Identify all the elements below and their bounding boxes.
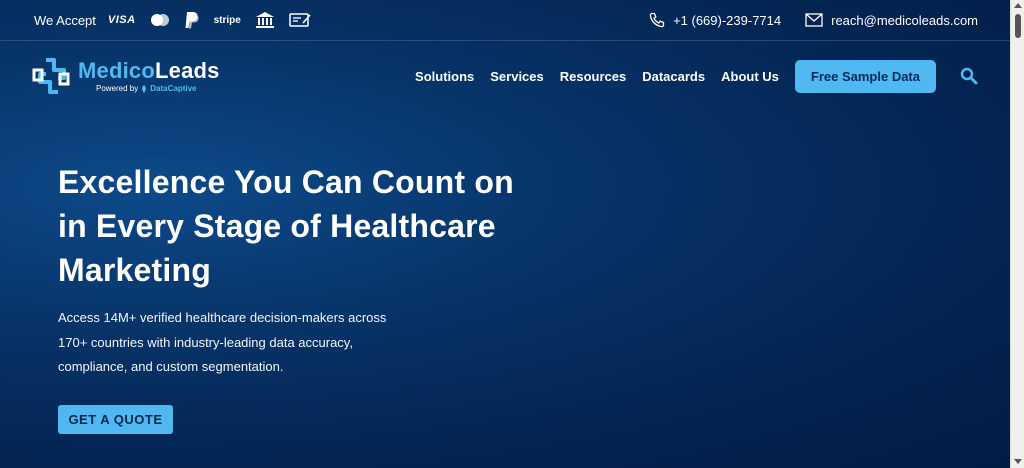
scroll-down-arrow-icon[interactable] bbox=[1014, 459, 1022, 464]
phone-link[interactable]: +1 (669)-239-7714 bbox=[649, 12, 781, 28]
hero-description: Access 14M+ verified healthcare decision… bbox=[58, 310, 387, 374]
logo[interactable]: MedicoLeads Powered by DataCaptive bbox=[32, 56, 220, 96]
scroll-up-arrow-icon[interactable] bbox=[1014, 3, 1022, 8]
nav-menu: Solutions Services Resources Datacards A… bbox=[415, 69, 779, 84]
check-icon bbox=[289, 11, 311, 29]
free-sample-data-button[interactable]: Free Sample Data bbox=[794, 59, 936, 93]
scroll-thumb[interactable] bbox=[1015, 14, 1021, 38]
nav-item-about-us[interactable]: About Us bbox=[721, 69, 779, 84]
page: We Accept VISA stripe +1 (669)-239-7714 bbox=[0, 0, 1010, 468]
powered-by: Powered by DataCaptive bbox=[96, 84, 220, 93]
bank-icon bbox=[255, 11, 275, 29]
main-nav: MedicoLeads Powered by DataCaptive Solut… bbox=[0, 42, 1010, 110]
we-accept-label: We Accept bbox=[34, 12, 96, 28]
hero-title: Excellence You Can Count on in Every Sta… bbox=[58, 164, 514, 288]
payment-methods: We Accept VISA stripe bbox=[34, 11, 311, 29]
brand-name: MedicoLeads bbox=[78, 59, 220, 83]
scrollbar[interactable] bbox=[1010, 0, 1024, 468]
mastercard-icon bbox=[150, 11, 170, 29]
email-address: reach@medicoleads.com bbox=[831, 12, 978, 28]
top-bar: We Accept VISA stripe +1 (669)-239-7714 bbox=[0, 0, 1010, 41]
nav-item-resources[interactable]: Resources bbox=[560, 69, 626, 84]
mail-icon bbox=[805, 13, 823, 27]
powered-by-label: Powered by bbox=[96, 84, 139, 93]
email-link[interactable]: reach@medicoleads.com bbox=[805, 13, 978, 28]
brand-part-2: Leads bbox=[155, 58, 220, 83]
get-a-quote-button[interactable]: GET A QUOTE bbox=[58, 405, 173, 434]
nav-item-solutions[interactable]: Solutions bbox=[415, 69, 474, 84]
nav-item-datacards[interactable]: Datacards bbox=[642, 69, 705, 84]
powered-brand: DataCaptive bbox=[150, 84, 197, 93]
brand-part-1: Medico bbox=[78, 58, 155, 83]
stripe-icon: stripe bbox=[213, 14, 241, 26]
phone-number: +1 (669)-239-7714 bbox=[673, 12, 782, 28]
search-button[interactable] bbox=[960, 67, 978, 85]
contact-info: +1 (669)-239-7714 reach@medicoleads.com bbox=[649, 12, 978, 28]
logo-icon bbox=[32, 58, 70, 94]
search-icon bbox=[960, 67, 978, 85]
visa-icon: VISA bbox=[107, 14, 136, 26]
phone-icon bbox=[649, 12, 665, 28]
nav-item-services[interactable]: Services bbox=[490, 69, 544, 84]
datacaptive-icon bbox=[142, 84, 147, 93]
paypal-icon bbox=[184, 11, 200, 29]
